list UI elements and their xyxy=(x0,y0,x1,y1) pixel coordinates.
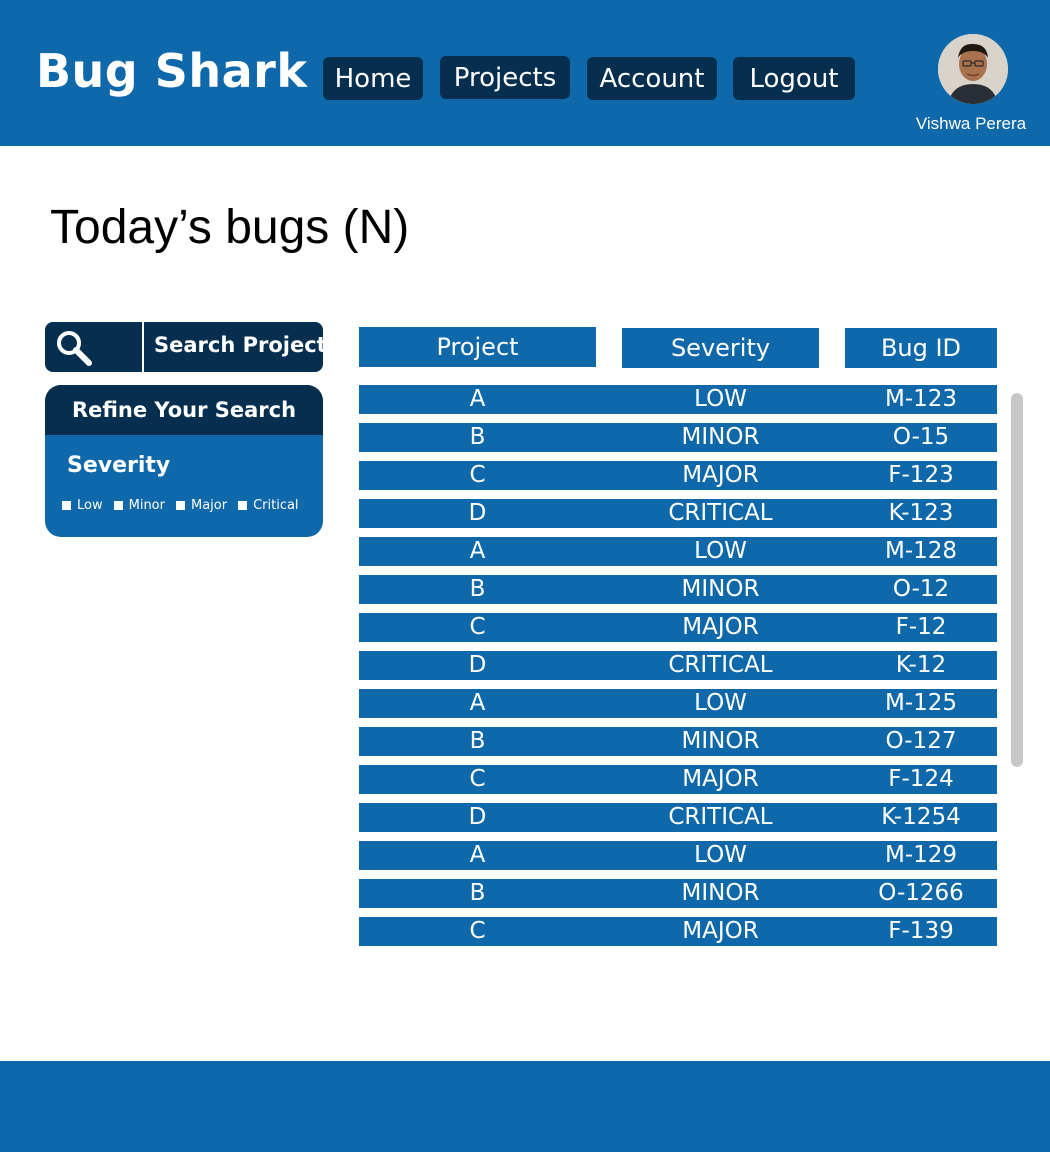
cell-bug-id: F-139 xyxy=(888,918,954,944)
table-row[interactable]: C MAJOR F-124 xyxy=(359,765,997,794)
filter-critical[interactable]: Critical xyxy=(238,498,299,513)
cell-project: C xyxy=(469,462,486,488)
table-row[interactable]: A LOW M-129 xyxy=(359,841,997,870)
cell-project: B xyxy=(469,880,486,906)
refine-search-panel: Refine Your Search Severity Low Minor Ma… xyxy=(45,385,323,537)
checkbox-critical[interactable] xyxy=(238,501,248,510)
filter-minor-label: Minor xyxy=(128,498,165,513)
table-row[interactable]: B MINOR O-12 xyxy=(359,575,997,604)
checkbox-minor[interactable] xyxy=(113,501,123,510)
cell-bug-id: F-123 xyxy=(888,462,954,488)
cell-severity: LOW xyxy=(694,690,747,716)
cell-bug-id: F-12 xyxy=(895,614,947,640)
cell-severity: CRITICAL xyxy=(668,804,773,830)
filter-major-label: Major xyxy=(190,498,228,513)
app-logo[interactable]: Bug Shark xyxy=(36,44,307,98)
cell-bug-id: M-125 xyxy=(884,690,958,716)
cell-bug-id: K-123 xyxy=(888,500,954,526)
cell-project: A xyxy=(469,690,486,716)
page-title: Today’s bugs (N) xyxy=(50,201,410,254)
nav-logout-button[interactable]: Logout xyxy=(733,57,855,100)
bug-table-body: A LOW M-123 B MINOR O-15 C MAJOR F-123 D CRITIC… xyxy=(359,385,997,955)
user-name: Vishwa Perera xyxy=(915,114,1027,133)
table-row[interactable]: A LOW M-125 xyxy=(359,689,997,718)
project-search-input[interactable]: Search Project... xyxy=(45,322,351,372)
cell-severity: MAJOR xyxy=(682,462,759,488)
cell-project: D xyxy=(468,500,487,526)
table-row[interactable]: C MAJOR F-139 xyxy=(359,917,997,946)
cell-project: B xyxy=(469,424,486,450)
cell-project: B xyxy=(469,576,486,602)
search-icon[interactable] xyxy=(53,327,93,367)
cell-severity: MINOR xyxy=(681,728,760,754)
search-placeholder: Search Project... xyxy=(154,333,351,357)
cell-project: A xyxy=(469,538,486,564)
table-row[interactable]: D CRITICAL K-12 xyxy=(359,651,997,680)
nav-account-button[interactable]: Account xyxy=(587,57,717,100)
cell-bug-id: O-15 xyxy=(892,424,950,450)
nav-projects-button[interactable]: Projects xyxy=(440,56,570,99)
table-row[interactable]: D CRITICAL K-123 xyxy=(359,499,997,528)
cell-bug-id: M-128 xyxy=(884,538,958,564)
refine-search-title: Refine Your Search xyxy=(45,385,323,435)
table-row[interactable]: C MAJOR F-12 xyxy=(359,613,997,642)
cell-bug-id: M-123 xyxy=(884,386,958,412)
cell-severity: MAJOR xyxy=(682,614,759,640)
table-row[interactable]: B MINOR O-15 xyxy=(359,423,997,452)
cell-severity: MINOR xyxy=(681,424,760,450)
cell-severity: MAJOR xyxy=(682,918,759,944)
filter-critical-label: Critical xyxy=(253,498,299,513)
filter-low-label: Low xyxy=(77,498,103,513)
cell-bug-id: O-1266 xyxy=(878,880,964,906)
filter-major[interactable]: Major xyxy=(175,498,228,513)
checkbox-low[interactable] xyxy=(62,501,71,510)
cell-severity: LOW xyxy=(694,842,747,868)
cell-bug-id: F-124 xyxy=(888,766,954,792)
cell-bug-id: M-129 xyxy=(884,842,958,868)
cell-bug-id: K-12 xyxy=(895,652,947,678)
cell-bug-id: O-127 xyxy=(885,728,957,754)
column-header-severity[interactable]: Severity xyxy=(622,328,819,368)
cell-severity: LOW xyxy=(694,538,747,564)
cell-project: C xyxy=(469,918,486,944)
column-header-project[interactable]: Project xyxy=(359,327,596,367)
cell-severity: CRITICAL xyxy=(668,652,773,678)
page-footer xyxy=(0,1061,1050,1152)
cell-project: B xyxy=(469,728,486,754)
table-row[interactable]: B MINOR O-1266 xyxy=(359,879,997,908)
table-row[interactable]: B MINOR O-127 xyxy=(359,727,997,756)
table-row[interactable]: A LOW M-128 xyxy=(359,537,997,566)
cell-project: D xyxy=(468,804,487,830)
search-divider xyxy=(142,322,144,372)
cell-severity: MINOR xyxy=(681,576,760,602)
cell-project: C xyxy=(469,766,486,792)
cell-project: D xyxy=(468,652,487,678)
table-row[interactable]: D CRITICAL K-1254 xyxy=(359,803,997,832)
filter-minor[interactable]: Minor xyxy=(113,498,165,513)
cell-severity: CRITICAL xyxy=(668,500,773,526)
table-scrollbar[interactable] xyxy=(1011,393,1023,767)
severity-filter-options: Low Minor Major Critical xyxy=(62,498,299,513)
cell-project: A xyxy=(469,842,486,868)
user-avatar[interactable] xyxy=(938,34,1008,104)
top-header: Bug Shark Home Projects Account Logout V… xyxy=(0,0,1050,146)
nav-home-button[interactable]: Home xyxy=(323,57,423,100)
cell-project: A xyxy=(469,386,486,412)
checkbox-major[interactable] xyxy=(175,501,185,510)
table-row[interactable]: C MAJOR F-123 xyxy=(359,461,997,490)
cell-project: C xyxy=(469,614,486,640)
cell-bug-id: K-1254 xyxy=(881,804,961,830)
cell-severity: MINOR xyxy=(681,880,760,906)
cell-severity: MAJOR xyxy=(682,766,759,792)
table-row[interactable]: A LOW M-123 xyxy=(359,385,997,414)
filter-low[interactable]: Low xyxy=(62,498,103,513)
column-header-bug-id[interactable]: Bug ID xyxy=(845,328,997,368)
cell-severity: LOW xyxy=(694,386,747,412)
cell-bug-id: O-12 xyxy=(892,576,950,602)
severity-filter-label: Severity xyxy=(67,453,171,478)
avatar-photo xyxy=(938,34,1008,104)
